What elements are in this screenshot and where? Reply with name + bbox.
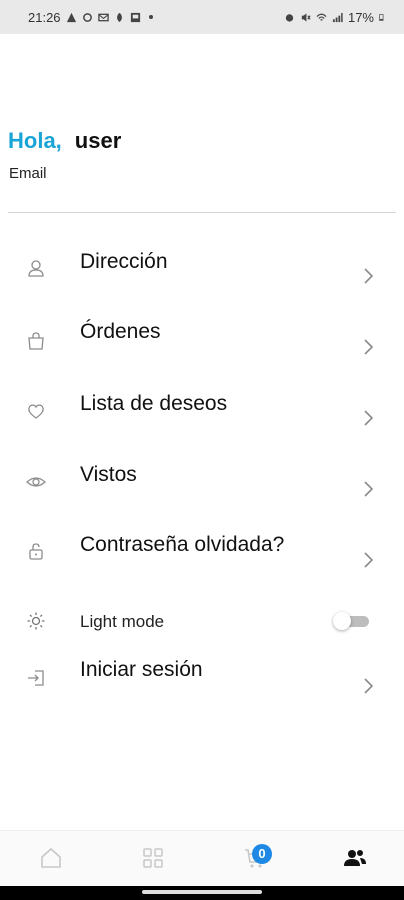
chevron-right-icon bbox=[364, 410, 374, 426]
home-icon[interactable] bbox=[38, 845, 64, 871]
divider bbox=[8, 212, 396, 213]
account-icon[interactable] bbox=[342, 845, 368, 871]
mail-icon bbox=[97, 13, 109, 21]
menu-item-label: Lista de deseos bbox=[80, 392, 228, 415]
signal-icon bbox=[332, 12, 343, 22]
chevron-right-icon bbox=[364, 552, 374, 568]
username: user bbox=[74, 128, 122, 153]
image-icon bbox=[130, 12, 140, 22]
greeting-hello: Hola, bbox=[8, 128, 62, 153]
light-mode-toggle[interactable] bbox=[333, 612, 369, 630]
lock-icon bbox=[29, 543, 43, 560]
toggle-knob bbox=[333, 612, 351, 630]
login-icon bbox=[28, 670, 44, 686]
menu-item-label: Contraseña olvidada? bbox=[80, 533, 285, 556]
warning-icon bbox=[66, 12, 76, 22]
menu-item-ordenes[interactable]: Órdenes bbox=[0, 315, 404, 375]
chevron-right-icon bbox=[364, 339, 374, 355]
menu-item-forgot-password[interactable]: Contraseña olvidada? bbox=[0, 528, 404, 588]
leaf-icon bbox=[116, 12, 122, 22]
heart-icon bbox=[28, 404, 44, 419]
status-right: 17% bbox=[284, 10, 386, 25]
battery-icon bbox=[379, 13, 384, 21]
menu-item-label: Dirección bbox=[80, 250, 168, 273]
chevron-right-icon bbox=[364, 678, 374, 694]
menu-item-direccion[interactable]: Dirección bbox=[0, 245, 404, 305]
menu-item-label: Vistos bbox=[80, 463, 137, 486]
alarm-icon bbox=[285, 13, 294, 22]
sun-icon bbox=[27, 612, 45, 630]
status-bar: 21:26 17% bbox=[0, 0, 404, 34]
menu-item-wishlist[interactable]: Lista de deseos bbox=[0, 387, 404, 447]
notification-dot bbox=[148, 15, 153, 19]
status-left: 21:26 bbox=[28, 10, 153, 25]
battery-level: 17% bbox=[347, 9, 374, 25]
bottom-nav bbox=[0, 830, 404, 886]
eye-icon bbox=[26, 477, 46, 487]
chevron-right-icon bbox=[364, 481, 374, 497]
shopping-bag-icon bbox=[28, 332, 44, 350]
sync-icon bbox=[82, 12, 92, 22]
email-label: Email bbox=[9, 165, 47, 182]
menu-item-login[interactable]: Iniciar sesión bbox=[0, 655, 404, 715]
grid-icon[interactable] bbox=[140, 845, 166, 871]
light-mode-label: Light mode bbox=[80, 612, 165, 631]
greeting: Hola, user bbox=[8, 128, 121, 154]
chevron-right-icon bbox=[364, 268, 374, 284]
cart-count-badge: 0 bbox=[252, 844, 272, 864]
menu-item-label: Órdenes bbox=[80, 320, 161, 343]
home-gesture-handle[interactable] bbox=[142, 890, 262, 894]
light-mode-row[interactable]: Light mode bbox=[0, 605, 404, 639]
mute-icon bbox=[301, 12, 311, 22]
user-icon bbox=[28, 260, 44, 277]
menu-item-label: Iniciar sesión bbox=[80, 658, 203, 681]
menu-item-vistos[interactable]: Vistos bbox=[0, 458, 404, 518]
wifi-icon bbox=[316, 13, 327, 21]
status-time: 21:26 bbox=[28, 9, 61, 25]
